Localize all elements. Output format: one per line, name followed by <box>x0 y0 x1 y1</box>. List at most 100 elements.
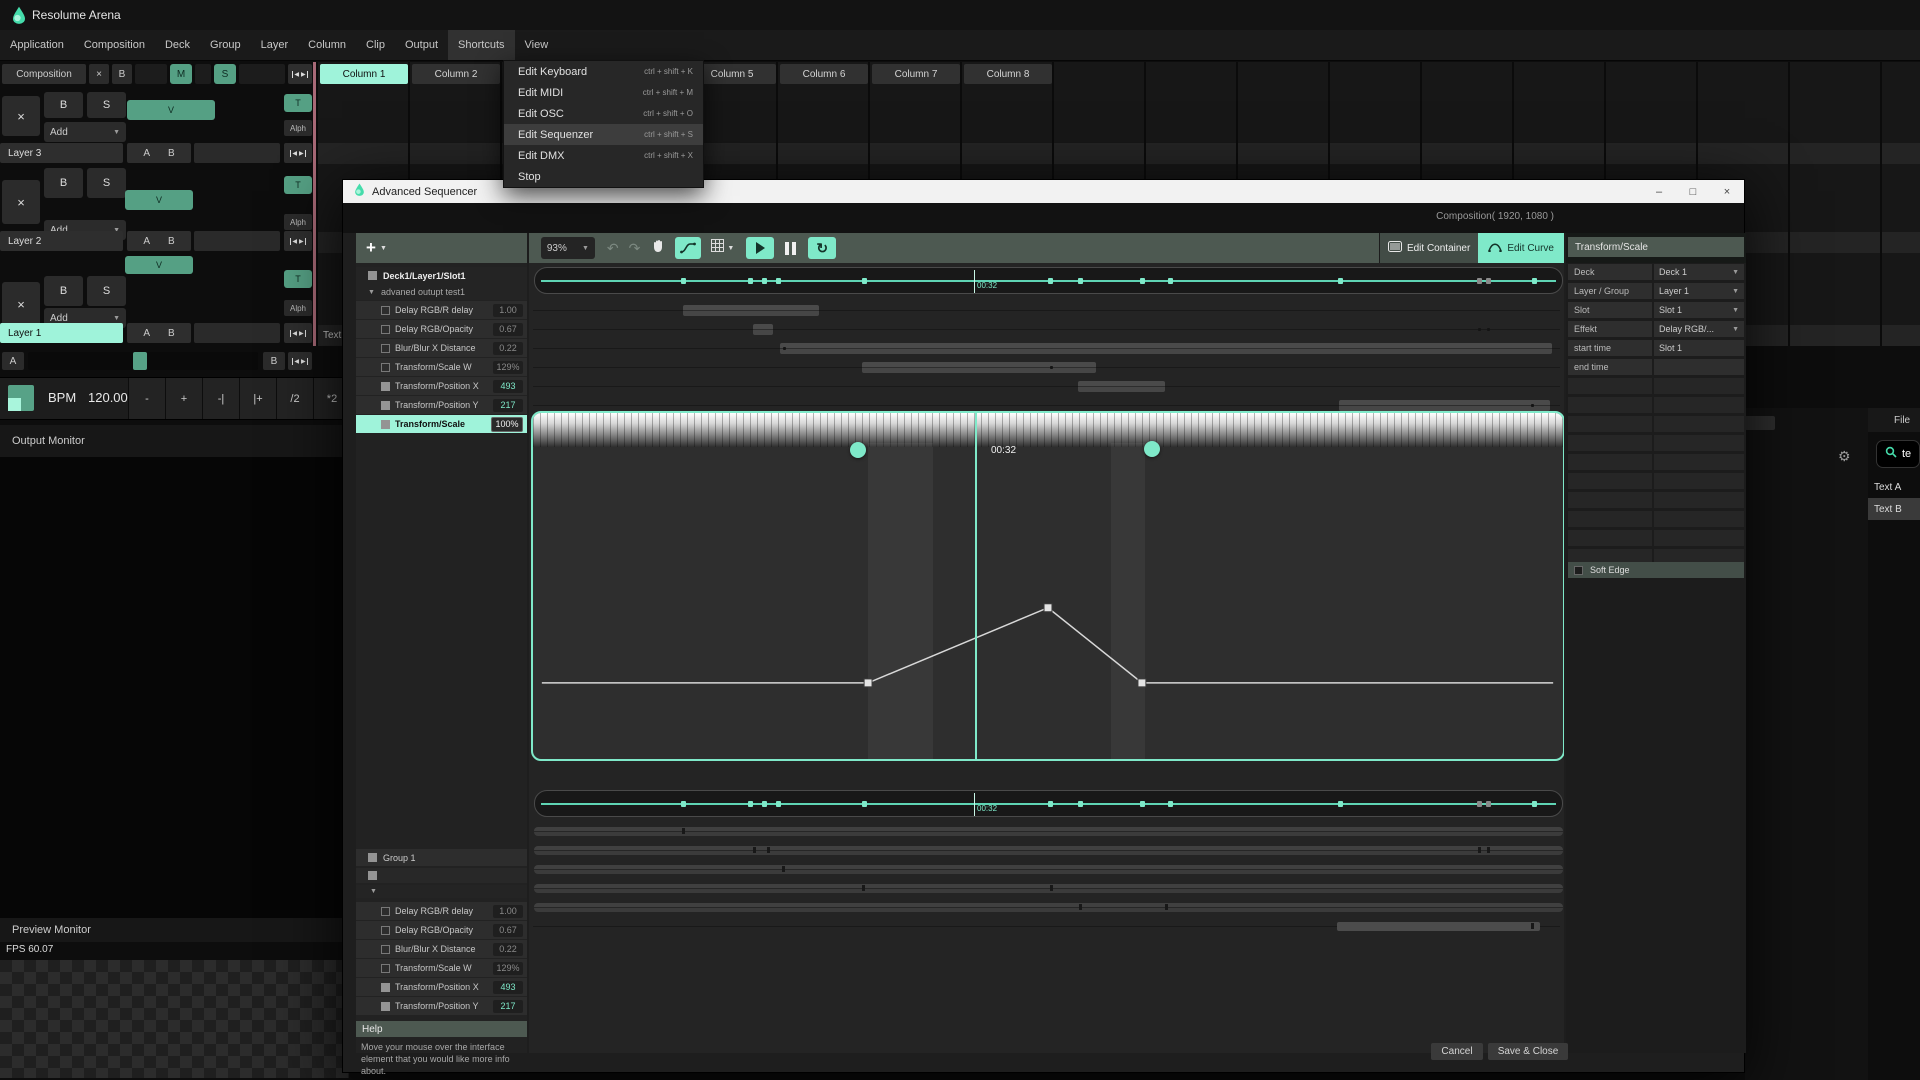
undo-icon[interactable]: ↶ <box>607 240 619 257</box>
param-value[interactable]: 1.00 <box>493 905 523 918</box>
column-cell-6[interactable]: Column 6 <box>780 64 868 84</box>
close-icon[interactable]: × <box>1710 180 1744 203</box>
param-value[interactable]: 100% <box>491 417 523 432</box>
menu-item-clip[interactable]: Clip <box>356 30 395 60</box>
curve-time-handle[interactable] <box>1144 441 1160 457</box>
layer-blend-select[interactable]: Add▼ <box>44 122 126 142</box>
overview-track-row[interactable] <box>529 841 1564 860</box>
param-value[interactable]: 1.00 <box>493 304 523 317</box>
shortcut-menu-item-edit-sequenzer[interactable]: Edit Sequenzerctrl + shift + S <box>504 124 703 145</box>
dock-tab-stub[interactable] <box>1745 416 1775 430</box>
maximize-icon[interactable]: □ <box>1676 180 1710 203</box>
layer-ab-cell[interactable]: AB <box>127 323 191 343</box>
soft-edge-row[interactable]: Soft Edge <box>1568 562 1744 578</box>
menu-item-column[interactable]: Column <box>298 30 356 60</box>
param-checkbox[interactable] <box>381 382 390 391</box>
layer-transport[interactable]: ◀▶ <box>284 231 312 251</box>
menu-item-output[interactable]: Output <box>395 30 448 60</box>
track-row[interactable] <box>529 320 1564 339</box>
group-collapse-row[interactable]: ▼ <box>356 885 527 898</box>
cancel-button[interactable]: Cancel <box>1431 1043 1483 1060</box>
property-value-start-time[interactable]: Slot 1 <box>1654 340 1744 356</box>
keyframe-dot-grey[interactable] <box>1477 801 1482 807</box>
column-cell-2[interactable]: Column 2 <box>412 64 500 84</box>
param-checkbox[interactable] <box>381 945 390 954</box>
group-row[interactable]: Group 1 <box>356 849 527 866</box>
param-checkbox[interactable] <box>381 401 390 410</box>
composition-bypass-button[interactable]: B <box>112 64 132 84</box>
crossfader-a-button[interactable]: A <box>2 352 24 370</box>
timeline-ruler[interactable]: 00:32 <box>534 267 1563 294</box>
keyframe-dot-grey[interactable] <box>1486 801 1491 807</box>
layer-transition-button[interactable]: T <box>284 270 312 288</box>
layer-alpha-button[interactable]: Alph <box>284 214 312 230</box>
keyframe-dot[interactable] <box>1078 801 1083 807</box>
layer-ab-cell[interactable]: AB <box>127 143 191 163</box>
layer-name-layer-2[interactable]: Layer 2 <box>0 231 123 251</box>
track-row[interactable] <box>529 377 1564 396</box>
composition-solo-button[interactable]: S <box>214 64 236 84</box>
plus-icon[interactable]: + <box>366 238 376 258</box>
redo-icon[interactable]: ↷ <box>629 240 641 257</box>
keyframe-dot[interactable] <box>1078 278 1083 284</box>
layer-transport[interactable]: ◀▶ <box>284 323 312 343</box>
param-row-transform-position-y[interactable]: Transform/Position Y217 <box>356 997 527 1015</box>
param-value[interactable]: 129% <box>493 361 523 374</box>
soft-edge-checkbox[interactable] <box>1574 566 1583 575</box>
chevron-down-icon[interactable]: ▼ <box>368 289 375 296</box>
keyframe-dot[interactable] <box>1532 278 1537 284</box>
grid-icon[interactable] <box>711 239 724 257</box>
param-value[interactable]: 0.67 <box>493 323 523 336</box>
param-checkbox[interactable] <box>381 907 390 916</box>
keyframe-dot[interactable] <box>762 278 767 284</box>
menu-item-application[interactable]: Application <box>0 30 74 60</box>
crossfader-handle[interactable] <box>133 352 147 370</box>
bpm-button--|[interactable]: -| <box>202 378 239 419</box>
layer-transport[interactable]: ◀▶ <box>284 143 312 163</box>
layer-bypass-button[interactable]: B <box>44 92 83 118</box>
param-row-delay-rgb-opacity[interactable]: Delay RGB/Opacity0.67 <box>356 320 527 338</box>
layer-name-layer-3[interactable]: Layer 3 <box>0 143 123 163</box>
keyframe-dot[interactable] <box>1532 801 1537 807</box>
property-value-layer-group[interactable]: Layer 1▼ <box>1654 283 1744 299</box>
param-checkbox[interactable] <box>381 926 390 935</box>
param-row-transform-position-y[interactable]: Transform/Position Y217 <box>356 396 527 414</box>
search-input[interactable]: te <box>1876 440 1920 468</box>
track-row[interactable] <box>529 301 1564 320</box>
layer-solo-button[interactable]: S <box>87 92 126 118</box>
menu-item-shortcuts[interactable]: Shortcuts <box>448 30 514 60</box>
keyframe-dot-grey[interactable] <box>1477 278 1482 284</box>
group-checkbox[interactable] <box>368 853 377 862</box>
layer-alpha-button[interactable]: Alph <box>284 120 312 136</box>
menu-item-group[interactable]: Group <box>200 30 251 60</box>
param-value[interactable]: 129% <box>493 962 523 975</box>
keyframe-dot[interactable] <box>1338 801 1343 807</box>
curve-point-handle[interactable] <box>1138 679 1146 687</box>
property-value-effekt[interactable]: Delay RGB/...▼ <box>1654 321 1744 337</box>
overview-track-row[interactable] <box>529 822 1564 841</box>
keyframe-dot[interactable] <box>776 278 781 284</box>
keyframe-dot[interactable] <box>748 278 753 284</box>
keyframe-dot[interactable] <box>862 801 867 807</box>
param-row-transform-scale-w[interactable]: Transform/Scale W129% <box>356 358 527 376</box>
param-checkbox[interactable] <box>381 363 390 372</box>
track-bar[interactable] <box>1339 400 1550 411</box>
keyframe-dot[interactable] <box>681 801 686 807</box>
file-panel-header[interactable]: File <box>1868 408 1920 432</box>
keyframe-dot[interactable] <box>1168 278 1173 284</box>
menu-item-layer[interactable]: Layer <box>251 30 299 60</box>
layer-ab-cell[interactable]: AB <box>127 231 191 251</box>
composition-slider-cell[interactable] <box>135 64 167 84</box>
bpm-button-/2[interactable]: /2 <box>276 378 313 419</box>
param-row-transform-scale-w[interactable]: Transform/Scale W129% <box>356 959 527 977</box>
overview-track-row[interactable] <box>529 917 1564 936</box>
layer-name-layer-1[interactable]: Layer 1 <box>0 323 123 343</box>
property-value-deck[interactable]: Deck 1▼ <box>1654 264 1744 280</box>
layer-solo-button[interactable]: S <box>87 168 126 198</box>
param-row-blur-blur-x-distance[interactable]: Blur/Blur X Distance0.22 <box>356 940 527 958</box>
property-value-slot[interactable]: Slot 1▼ <box>1654 302 1744 318</box>
track-bar[interactable] <box>1078 381 1165 392</box>
track-bar[interactable] <box>1337 922 1540 931</box>
layer-solo-button[interactable]: S <box>87 276 126 306</box>
chevron-down-icon[interactable]: ▼ <box>727 245 734 252</box>
